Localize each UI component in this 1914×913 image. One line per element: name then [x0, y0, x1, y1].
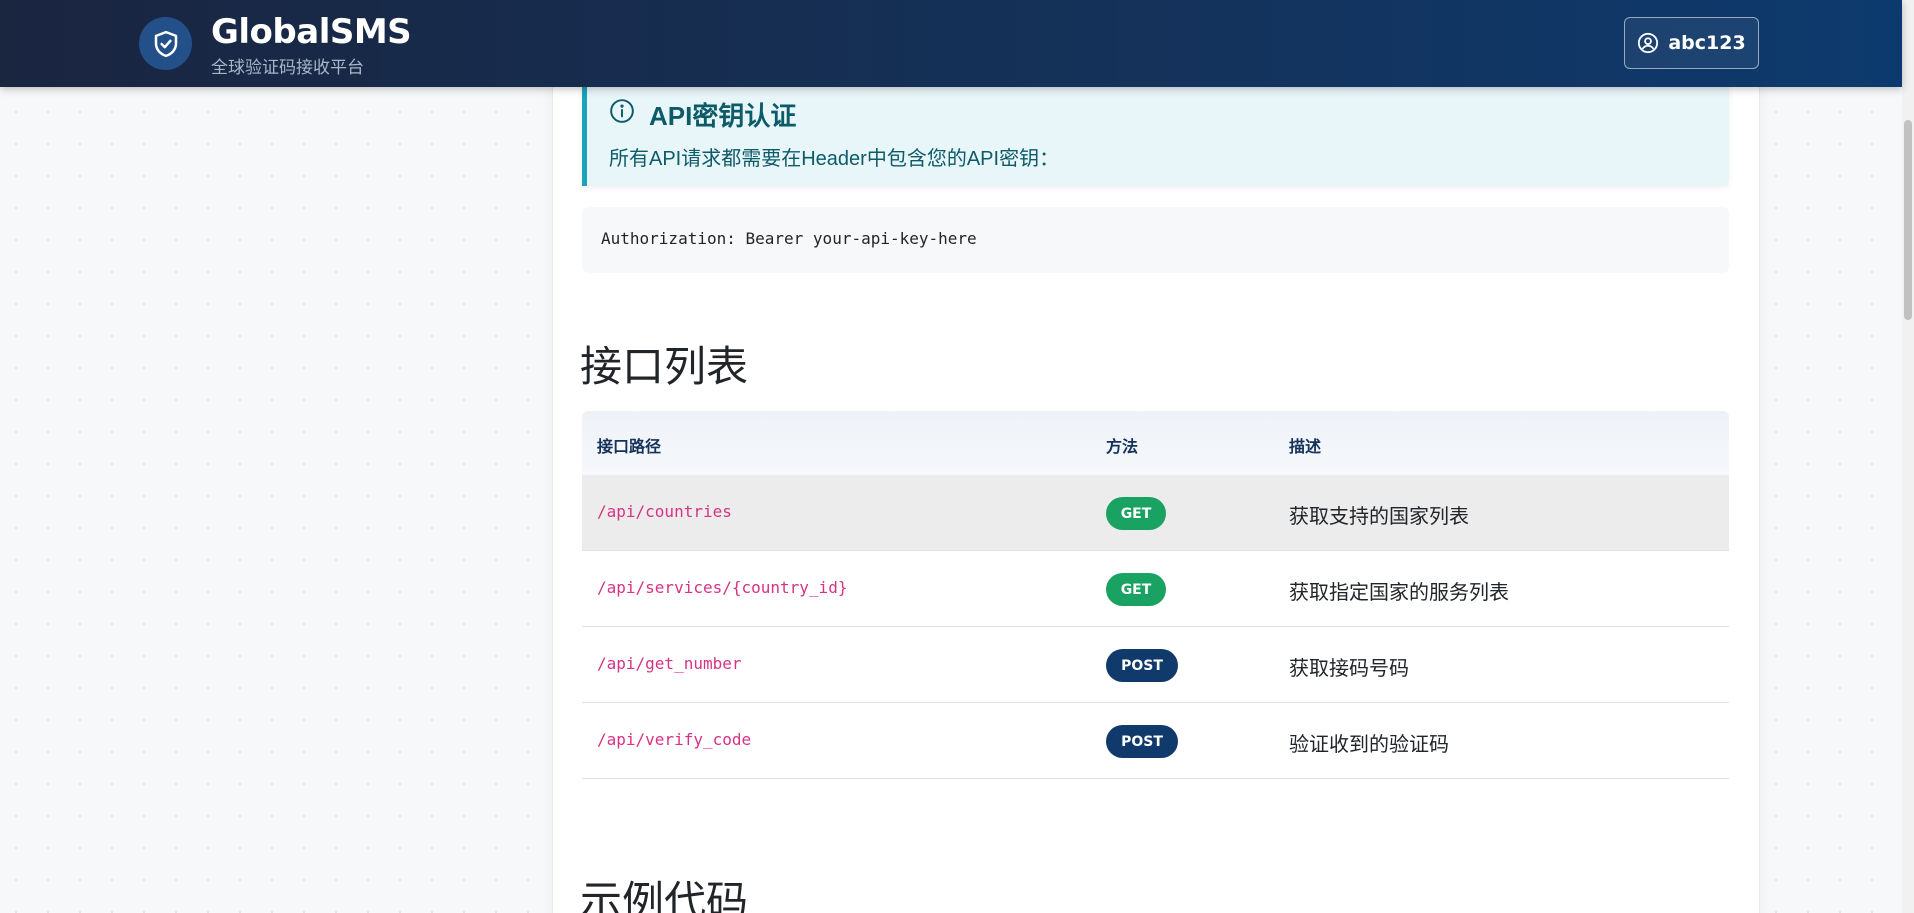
top-navbar: GlobalSMS 全球验证码接收平台 abc123	[0, 0, 1902, 87]
alert-text: 所有API请求都需要在Header中包含您的API密钥：	[609, 148, 1060, 170]
user-name: abc123	[1668, 32, 1746, 54]
auth-info-alert: API密钥认证 所有API请求都需要在Header中包含您的API密钥：	[582, 82, 1729, 186]
table-row[interactable]: /api/verify_code POST 验证收到的验证码	[582, 703, 1729, 779]
table-row[interactable]: /api/services/{country_id} GET 获取指定国家的服务…	[582, 551, 1729, 627]
method-badge: GET	[1106, 497, 1166, 530]
brand-subtitle: 全球验证码接收平台	[211, 58, 364, 77]
endpoint-path: /api/verify_code	[597, 730, 752, 749]
endpoint-description: 获取支持的国家列表	[1289, 506, 1469, 528]
brand-logo[interactable]	[139, 17, 192, 70]
info-circle-icon	[610, 99, 634, 123]
header-method: 方法	[1106, 439, 1139, 456]
endpoint-description: 验证收到的验证码	[1289, 734, 1449, 756]
alert-title: API密钥认证	[649, 101, 797, 131]
page-scrollbar[interactable]	[1902, 0, 1914, 913]
method-badge: GET	[1106, 573, 1166, 606]
method-badge: POST	[1106, 725, 1178, 758]
user-menu-button[interactable]: abc123	[1624, 17, 1759, 69]
endpoint-path: /api/countries	[597, 502, 732, 521]
auth-header-code: Authorization: Bearer your-api-key-here	[582, 207, 1729, 273]
brand-title[interactable]: GlobalSMS	[211, 12, 412, 52]
scrollbar-thumb[interactable]	[1904, 120, 1912, 320]
user-circle-icon	[1638, 32, 1659, 54]
table-row[interactable]: /api/countries GET 获取支持的国家列表	[582, 475, 1729, 551]
header-path: 接口路径	[597, 439, 662, 456]
endpoint-description: 获取接码号码	[1289, 658, 1409, 680]
endpoint-description: 获取指定国家的服务列表	[1289, 582, 1509, 604]
method-badge: POST	[1106, 649, 1178, 682]
table-row[interactable]: /api/get_number POST 获取接码号码	[582, 627, 1729, 703]
endpoints-table: 接口路径 方法 描述 /api/countries GET 获取支持的国家列表 …	[582, 411, 1729, 779]
header-description: 描述	[1289, 439, 1322, 456]
endpoint-path: /api/services/{country_id}	[597, 578, 848, 597]
endpoints-section-title: 接口列表	[580, 343, 749, 390]
endpoint-path: /api/get_number	[597, 654, 742, 673]
table-header: 接口路径 方法 描述	[582, 411, 1729, 475]
shield-check-icon	[154, 30, 177, 57]
example-section-title: 示例代码	[580, 878, 749, 913]
